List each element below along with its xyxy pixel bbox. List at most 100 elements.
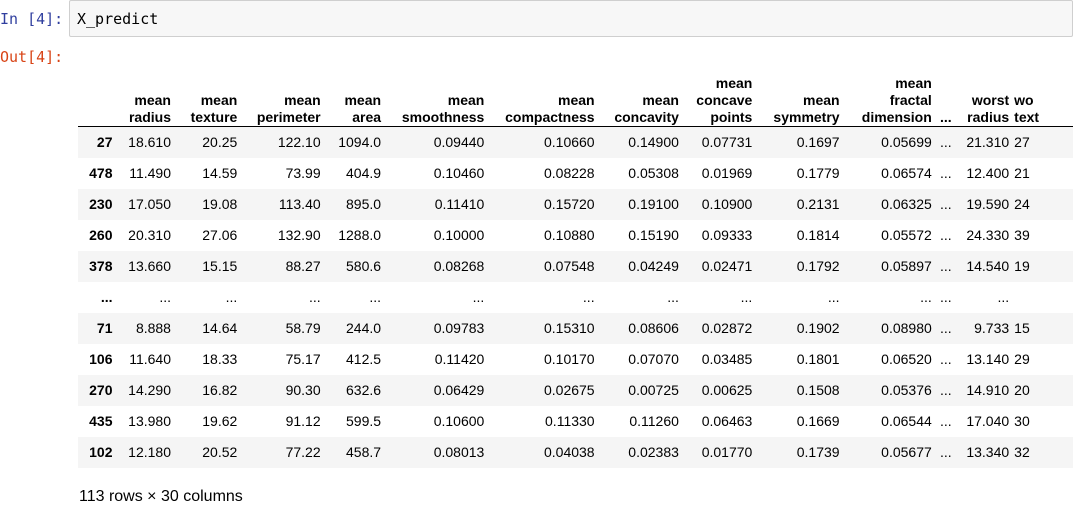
- table-cell: 0.08013: [433, 444, 485, 460]
- table-cell: 0.05572: [881, 227, 932, 243]
- table-cell: 0.1792: [796, 258, 840, 274]
- column-header-line: mean: [284, 92, 321, 108]
- row-index: 260: [89, 227, 113, 243]
- table-cell: 14.540: [966, 258, 1010, 274]
- column-header-line: texture: [190, 109, 238, 125]
- table-cell: 0.11330: [545, 413, 595, 429]
- table-cell: 244.0: [346, 320, 382, 336]
- column-header-line: ...: [939, 109, 952, 125]
- table-cell: 0.06325: [881, 196, 932, 212]
- table-cell: ...: [939, 258, 952, 274]
- table-row: 270 14.290 16.82 90.30 632.6 0.06429 0.02675 0.…: [78, 374, 1073, 406]
- table-cell: 0.05308: [628, 165, 679, 181]
- table-cell: 0.03485: [701, 351, 753, 367]
- table-cell: 0.1739: [796, 444, 840, 460]
- table-cell: 0.06520: [881, 351, 932, 367]
- table-cell: 0.11410: [434, 196, 485, 212]
- table-row: .......................................: [78, 281, 1073, 313]
- column-header-line: worst: [971, 92, 1010, 108]
- column-header: wo text: [1014, 62, 1073, 127]
- dataframe-table: mean radius mean texture mean perimeter mea…: [78, 62, 1073, 468]
- table-cell: 0.1697: [796, 134, 840, 151]
- table-cell: ...: [939, 444, 952, 460]
- column-header: mean compactness: [489, 62, 600, 127]
- table-cell: 0.08980: [881, 320, 932, 336]
- table-cell: 88.27: [285, 258, 321, 274]
- row-index: 230: [89, 196, 113, 212]
- column-header: mean fractal dimension: [844, 62, 937, 127]
- table-cell: 0.10170: [543, 351, 595, 367]
- table-cell: 0.1902: [796, 320, 840, 336]
- table-cell: ...: [369, 289, 382, 305]
- table-cell: 14.910: [966, 382, 1010, 398]
- table-cell: 0.00625: [701, 382, 753, 398]
- table-cell: 18.33: [202, 351, 238, 367]
- table-cell: 1288.0: [338, 227, 382, 243]
- column-header: worst radius: [956, 62, 1015, 127]
- table-cell: 12.400: [966, 165, 1010, 181]
- column-header-line: text: [1014, 109, 1040, 125]
- table-cell: 0.10900: [701, 196, 753, 212]
- table-cell: 412.5: [346, 351, 382, 367]
- table-cell: 90.30: [285, 382, 321, 398]
- table-cell: 0.08606: [628, 320, 679, 336]
- row-index: 378: [89, 258, 113, 274]
- column-header-line: fractal: [889, 92, 932, 108]
- table-cell: ...: [920, 289, 932, 305]
- table-cell: 12.180: [128, 444, 171, 460]
- table-row: 102 12.180 20.52 77.22 458.7 0.08013 0.04038 0.…: [78, 436, 1073, 468]
- table-cell: ...: [939, 289, 952, 305]
- code-input-cell[interactable]: X_predict: [69, 0, 1073, 37]
- table-row: 71 8.888 14.64 58.79 244.0 0.09783 0.15310 0.08…: [78, 312, 1073, 344]
- row-index: ...: [100, 289, 113, 305]
- table-cell: 404.9: [346, 165, 382, 181]
- table-cell: 32: [1014, 444, 1030, 460]
- dataframe-shape-summary: 113 rows × 30 columns: [79, 488, 243, 505]
- row-index: 106: [89, 351, 113, 367]
- table-cell: 14.64: [202, 320, 238, 336]
- table-cell: ...: [939, 413, 952, 429]
- table-cell: 15.15: [202, 258, 238, 274]
- table-cell: 0.09440: [433, 134, 485, 151]
- table-cell: 77.22: [285, 444, 321, 460]
- column-header-line: area: [352, 109, 382, 125]
- header-row: mean radius mean texture mean perimeter mea…: [78, 62, 1073, 127]
- table-cell: 0.1669: [796, 413, 840, 429]
- row-index: 270: [89, 382, 113, 398]
- table-cell: 73.99: [285, 165, 321, 181]
- table-cell: 0.06574: [881, 165, 932, 181]
- table-cell: 0.05677: [881, 444, 932, 460]
- table-cell: 0.10880: [543, 227, 595, 243]
- table-cell: 0.04038: [543, 444, 595, 460]
- code-text[interactable]: X_predict: [77, 9, 158, 29]
- table-cell: ...: [939, 134, 952, 151]
- table-cell: 132.90: [277, 227, 321, 243]
- table-cell: 0.1801: [796, 351, 840, 367]
- column-header-line: concavity: [614, 109, 679, 125]
- column-header: mean radius: [117, 62, 176, 127]
- table-cell: 580.6: [346, 258, 382, 274]
- table-cell: 0.1779: [796, 165, 840, 181]
- input-prompt: In [4]:: [0, 10, 64, 28]
- table-row: 378 13.660 15.15 88.27 580.6 0.08268 0.07548 0.…: [78, 250, 1073, 282]
- table-cell: 17.040: [966, 413, 1010, 429]
- table-cell: 8.888: [135, 320, 171, 336]
- table-cell: 1094.0: [338, 134, 382, 151]
- table-cell: ...: [939, 227, 952, 243]
- column-header-line: mean: [803, 92, 840, 108]
- table-cell: 0.06463: [701, 413, 753, 429]
- table-cell: 0.01770: [701, 444, 753, 460]
- column-header: mean smoothness: [386, 62, 490, 127]
- table-cell: 0.02872: [701, 320, 753, 336]
- table-cell: 19.590: [966, 196, 1010, 212]
- table-cell: 39: [1014, 227, 1030, 243]
- table-cell: ...: [939, 196, 952, 212]
- table-cell: ...: [582, 289, 595, 305]
- table-cell: ...: [997, 289, 1010, 305]
- table-cell: 24: [1014, 196, 1030, 212]
- table-cell: 0.15720: [543, 196, 595, 212]
- table-cell: 0.07548: [543, 258, 595, 274]
- table-cell: 0.07070: [628, 351, 679, 367]
- table-cell: 13.980: [128, 413, 171, 429]
- table-cell: 20.52: [202, 444, 238, 460]
